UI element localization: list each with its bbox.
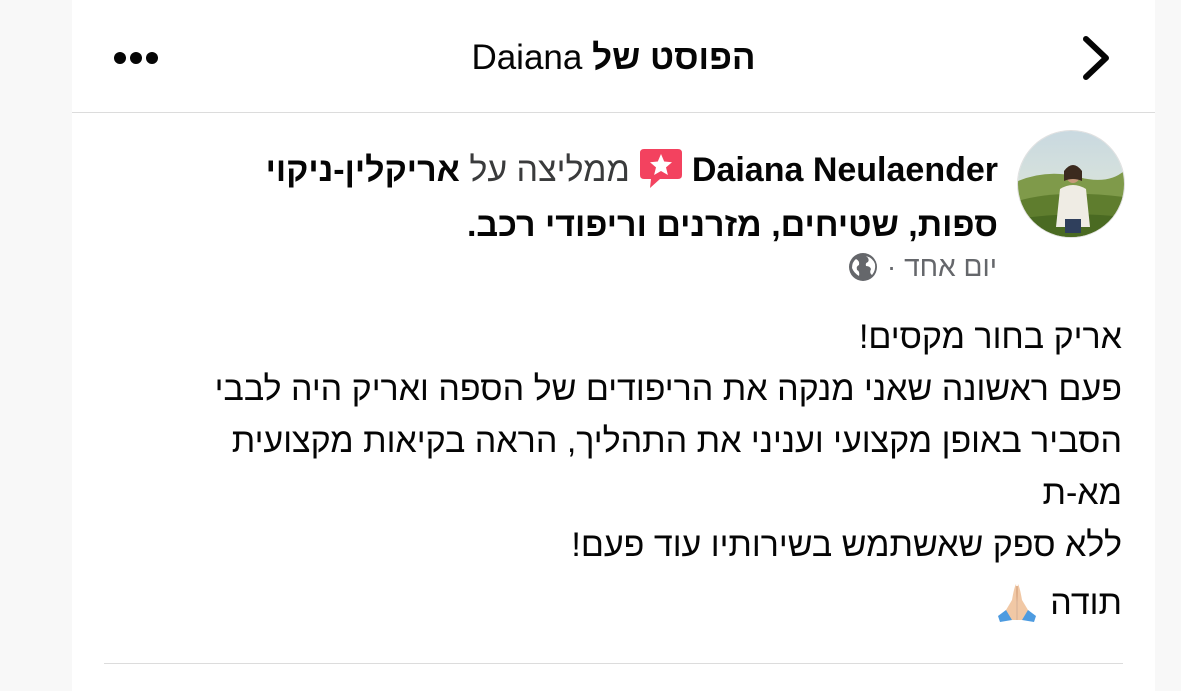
page-title-prefix: הפוסט של <box>592 38 756 77</box>
avatar[interactable] <box>1017 130 1125 238</box>
top-bar: הפוסט של Daiana <box>72 0 1155 113</box>
page-title: הפוסט של Daiana <box>72 38 1155 78</box>
divider <box>104 663 1123 664</box>
post-body-line: הסביר באופן מקצועי ועניני את התהליך, הרא… <box>231 422 1122 460</box>
right-margin <box>1155 0 1181 691</box>
post-meta: יום אחד · <box>847 251 997 283</box>
post-body-line: ללא ספק שאשתמש בשירותיו עוד פעם! <box>571 526 1122 564</box>
back-button[interactable] <box>1070 30 1122 86</box>
post: Daiana Neulaender ממליצה על אריקלין-ניקו… <box>72 113 1155 691</box>
chevron-right-icon <box>1083 36 1109 80</box>
post-time[interactable]: יום אחד <box>904 251 997 283</box>
post-body: אריק בחור מקסים! פעם ראשונה שאני מנקה את… <box>152 311 1122 629</box>
recommend-text: ממליצה על <box>469 151 630 189</box>
left-margin <box>0 0 72 691</box>
page-title-name: Daiana <box>471 38 583 77</box>
post-body-line: פעם ראשונה שאני מנקה את הריפודים של הספה… <box>214 370 1122 408</box>
post-thanks-line: תודה <box>152 577 1122 629</box>
post-headline: Daiana Neulaender ממליצה על אריקלין-ניקו… <box>172 143 998 253</box>
author-name[interactable]: Daiana Neulaender <box>692 151 998 189</box>
globe-icon <box>848 253 877 281</box>
post-body-line: מא-ת <box>1042 474 1122 512</box>
recommendation-star-icon <box>639 149 682 188</box>
post-body-line: אריק בחור מקסים! <box>858 318 1122 356</box>
meta-separator: · <box>886 251 897 282</box>
post-screen: הפוסט של Daiana Daiana Neulaenderממליצה … <box>0 0 1181 691</box>
folded-hands-icon <box>998 584 1037 622</box>
thanks-text: תודה <box>1050 584 1122 622</box>
